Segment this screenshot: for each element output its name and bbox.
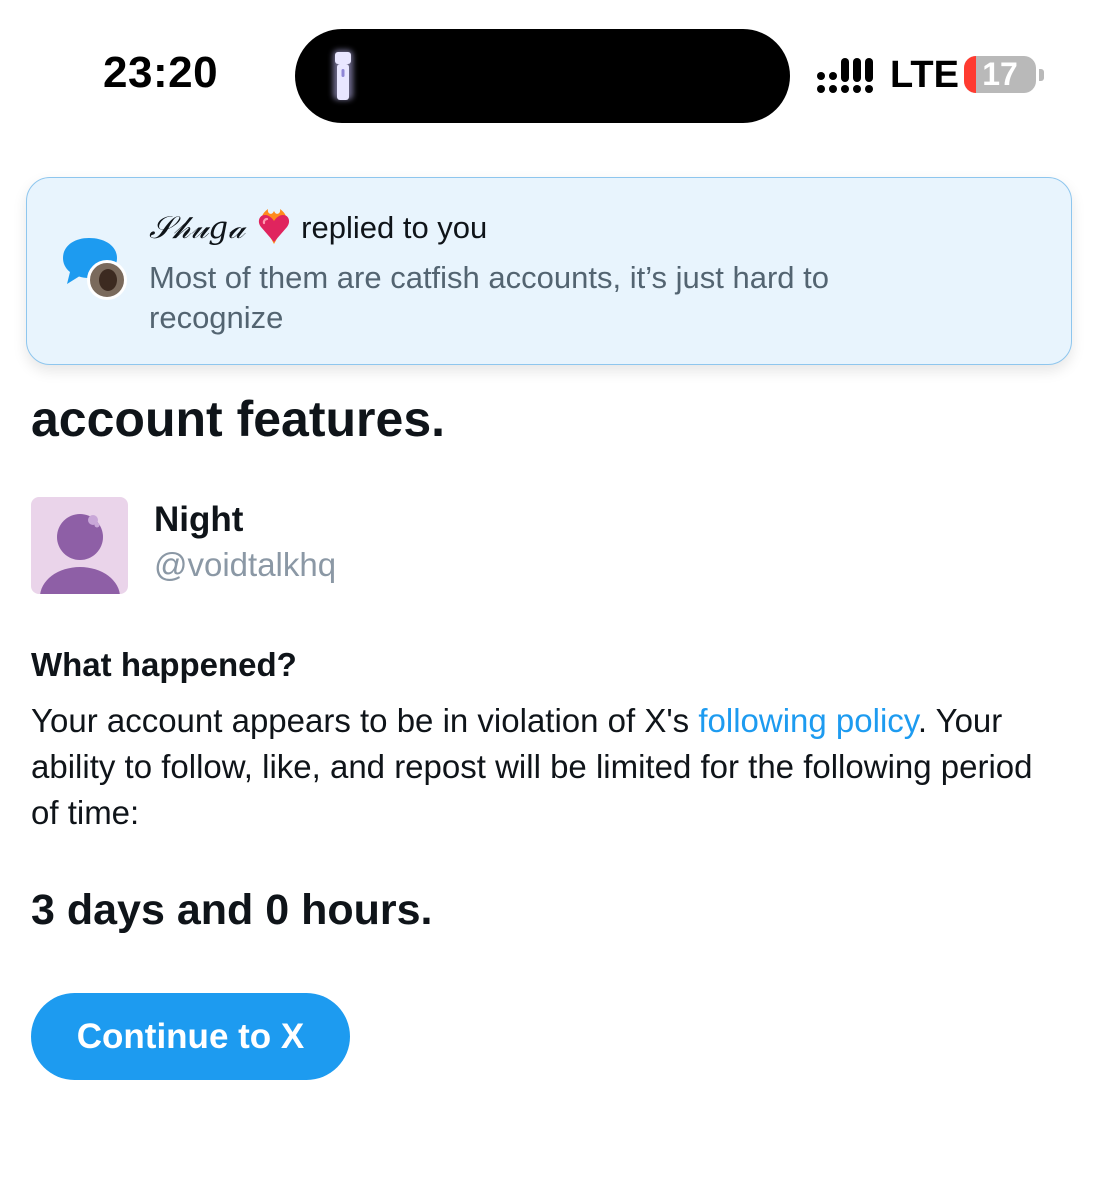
account-avatar	[31, 497, 128, 594]
notification-title: 𝒮𝒽𝓊𝑔𝒶 replied to you	[149, 208, 487, 247]
flashlight-icon	[333, 50, 353, 100]
dynamic-island	[295, 29, 790, 123]
violation-explanation: Your account appears to be in violation …	[31, 698, 1051, 836]
account-handle: @voidtalkhq	[154, 546, 337, 583]
page-heading: account features.	[31, 391, 446, 447]
battery-tip	[1039, 69, 1044, 81]
section-title: What happened?	[31, 646, 297, 683]
status-time: 23:20	[103, 48, 219, 97]
signal-icon	[817, 58, 873, 93]
continue-button[interactable]: Continue to X	[31, 993, 350, 1080]
following-policy-link[interactable]: following policy	[698, 702, 918, 739]
heart-on-fire-emoji	[259, 209, 290, 244]
reply-notification-banner[interactable]: 𝒮𝒽𝓊𝑔𝒶 replied to you Most of them are ca…	[26, 177, 1072, 365]
restriction-duration: 3 days and 0 hours.	[31, 886, 433, 934]
notification-action: replied to you	[301, 210, 488, 245]
sender-avatar	[87, 260, 127, 300]
battery-icon: 17	[964, 56, 1036, 93]
body-text-before-link: Your account appears to be in violation …	[31, 702, 699, 739]
default-avatar-icon	[40, 514, 120, 594]
network-label: LTE	[890, 54, 959, 96]
account-name: Night	[154, 500, 244, 539]
notification-message: Most of them are catfish accounts, it’s …	[149, 260, 830, 335]
battery-level: 17	[982, 56, 1018, 92]
notification-sender: 𝒮𝒽𝓊𝑔𝒶	[149, 210, 246, 246]
